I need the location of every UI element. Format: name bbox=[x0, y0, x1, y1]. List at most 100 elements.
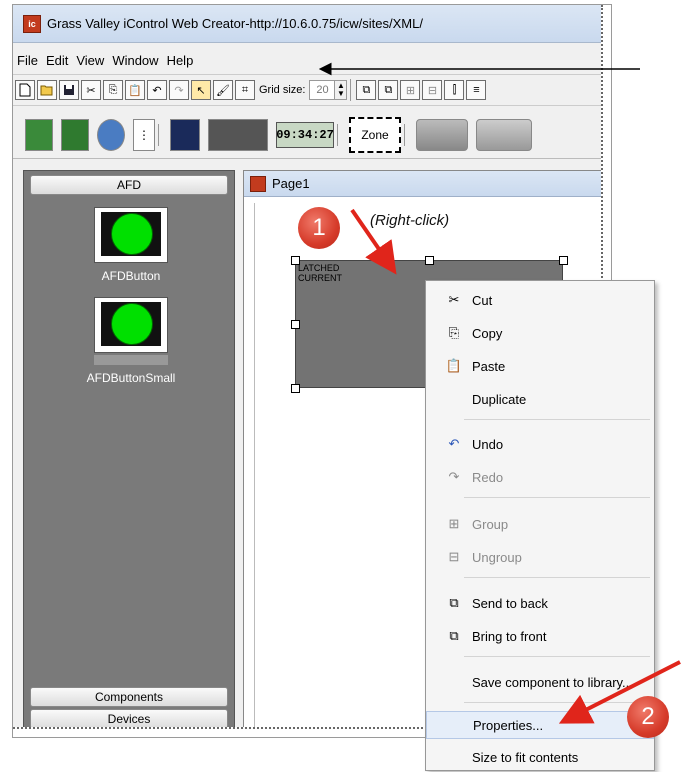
menu-item-label: Redo bbox=[472, 469, 504, 485]
menu-item-group[interactable]: ⊞ Group bbox=[426, 509, 654, 539]
menu-bar: File Edit View Window Help bbox=[13, 50, 611, 70]
align-left-icon[interactable]: ⫿ bbox=[444, 80, 465, 100]
bring-to-front-icon[interactable]: ⧉ bbox=[378, 80, 399, 100]
menu-item-bring-to-front[interactable]: ⧉ Bring to front bbox=[426, 621, 654, 651]
widget-toolbar: ⋮ 09:34:27 Zone bbox=[13, 111, 611, 159]
menu-separator bbox=[464, 419, 650, 420]
menu-item-label: Ungroup bbox=[472, 549, 522, 565]
afd-button-small-component[interactable]: AFDButtonSmall bbox=[87, 297, 175, 385]
menu-item-redo[interactable]: ↷ Redo bbox=[426, 462, 654, 492]
menu-item-label: Undo bbox=[472, 436, 504, 452]
widget-label: LATCHED CURRENT bbox=[298, 263, 342, 283]
menu-item-duplicate[interactable]: Duplicate bbox=[426, 384, 654, 414]
save-icon[interactable] bbox=[59, 80, 79, 100]
afd-category-button[interactable]: AFD bbox=[30, 175, 228, 195]
menu-item-undo[interactable]: ↶ Undo bbox=[426, 429, 654, 459]
menu-item-properties[interactable]: Properties... bbox=[426, 711, 654, 739]
menu-item-label: Paste bbox=[472, 358, 506, 374]
window-title: Grass Valley iControl Web Creator-http:/… bbox=[47, 16, 423, 31]
resize-handle[interactable] bbox=[291, 256, 300, 265]
components-button[interactable]: Components bbox=[30, 687, 228, 707]
undo-icon[interactable]: ↶ bbox=[147, 80, 167, 100]
menu-item-copy[interactable]: ⎘ Copy bbox=[426, 318, 654, 348]
afd-button-component[interactable]: AFDButton bbox=[94, 207, 168, 283]
menu-item-send-to-back[interactable]: ⧉ Send to back bbox=[426, 588, 654, 618]
right-click-annotation: (Right-click) bbox=[370, 212, 450, 229]
menu-item-cut[interactable]: ✂ Cut bbox=[426, 285, 654, 315]
toolbar-separator bbox=[350, 79, 352, 101]
menu-item-label: Properties... bbox=[473, 717, 544, 733]
menu-item-label: Cut bbox=[472, 292, 493, 308]
copy-icon: ⎘ bbox=[448, 325, 460, 340]
step1-callout: 1 bbox=[298, 207, 340, 249]
widget-label-line2: CURRENT bbox=[298, 273, 342, 283]
page-icon bbox=[250, 175, 266, 192]
menu-item-label: Send to back bbox=[472, 595, 548, 611]
toolbar-separator bbox=[158, 123, 159, 146]
menu-item-paste[interactable]: 📋 Paste bbox=[426, 351, 654, 381]
component-base bbox=[94, 355, 168, 365]
ungroup-icon: ⊟ bbox=[448, 549, 460, 564]
menu-item-save-component[interactable]: Save component to library... bbox=[426, 667, 654, 697]
card-widget-icon[interactable] bbox=[25, 118, 53, 151]
menu-item-label: Group bbox=[472, 516, 509, 532]
tab-page1[interactable]: Page1 bbox=[244, 171, 611, 197]
menu-view[interactable]: View bbox=[72, 53, 108, 68]
cut-icon: ✂ bbox=[448, 292, 460, 307]
component-label: AFDButtonSmall bbox=[86, 371, 176, 385]
page-tab-label: Page1 bbox=[272, 176, 310, 191]
open-folder-icon[interactable] bbox=[37, 80, 57, 100]
resize-handle[interactable] bbox=[425, 256, 434, 265]
send-to-back-icon[interactable]: ⧉ bbox=[356, 80, 377, 100]
clock-widget[interactable]: 09:34:27 bbox=[276, 121, 334, 148]
title-bar: ic Grass Valley iControl Web Creator-htt… bbox=[13, 5, 611, 43]
redo-icon[interactable]: ↷ bbox=[169, 80, 189, 100]
align-icon[interactable]: ≡ bbox=[466, 80, 487, 100]
afd-button-small-thumbnail bbox=[94, 297, 168, 353]
paste-icon[interactable]: 📋 bbox=[125, 80, 145, 100]
monitor-widget-icon[interactable] bbox=[170, 118, 200, 151]
devices-button[interactable]: Devices bbox=[30, 709, 228, 729]
zone-widget[interactable]: Zone bbox=[349, 116, 401, 153]
device-panel-widget-icon[interactable] bbox=[208, 118, 268, 151]
afd-button-thumbnail bbox=[94, 207, 168, 263]
menu-item-label: Size to fit contents bbox=[472, 749, 579, 765]
menu-help[interactable]: Help bbox=[163, 53, 198, 68]
tree-widget-icon[interactable]: ⋮ bbox=[133, 118, 155, 151]
cut-icon[interactable]: ✂ bbox=[81, 80, 101, 100]
tab-button-widget-icon[interactable] bbox=[476, 118, 532, 151]
button-widget-icon[interactable] bbox=[416, 118, 468, 151]
component-label: AFDButton bbox=[101, 269, 161, 283]
new-file-icon[interactable] bbox=[15, 80, 35, 100]
frame-icon[interactable]: ⌗ bbox=[235, 80, 255, 100]
context-menu: ✂ Cut ⎘ Copy 📋 Paste Duplicate ↶ Undo ↷ Redo … bbox=[425, 280, 655, 771]
menu-separator bbox=[464, 702, 650, 703]
menu-item-label: Copy bbox=[472, 325, 503, 341]
step2-callout: 2 bbox=[627, 696, 669, 738]
toolbar-separator bbox=[337, 123, 338, 146]
resize-handle[interactable] bbox=[291, 384, 300, 393]
paste-icon: 📋 bbox=[445, 358, 463, 373]
group-icon[interactable]: ⊞ bbox=[400, 80, 421, 100]
led-card-widget-icon[interactable] bbox=[61, 118, 89, 151]
resize-handle[interactable] bbox=[559, 256, 568, 265]
bring-to-front-icon: ⧉ bbox=[449, 628, 459, 643]
widget-label-line1: LATCHED bbox=[298, 263, 340, 273]
redo-icon: ↷ bbox=[448, 469, 460, 484]
component-library-panel: AFD AFDButton AFDButtonSmall Components … bbox=[23, 170, 235, 730]
copy-icon[interactable]: ⎘ bbox=[103, 80, 123, 100]
ungroup-icon[interactable]: ⊟ bbox=[422, 80, 443, 100]
menu-window[interactable]: Window bbox=[108, 53, 162, 68]
globe-widget-icon[interactable] bbox=[97, 118, 125, 151]
menu-file[interactable]: File bbox=[13, 53, 42, 68]
menu-item-ungroup[interactable]: ⊟ Ungroup bbox=[426, 542, 654, 572]
menu-edit[interactable]: Edit bbox=[42, 53, 72, 68]
grid-size-input[interactable]: 20 bbox=[309, 80, 336, 100]
paintbrush-icon[interactable]: 🖌 bbox=[213, 80, 233, 100]
menu-item-size-to-fit[interactable]: Size to fit contents bbox=[426, 742, 654, 772]
menu-separator bbox=[464, 577, 650, 578]
resize-handle[interactable] bbox=[291, 320, 300, 329]
grid-size-spinner[interactable]: ▲ ▼ bbox=[335, 80, 348, 100]
app-logo-icon: ic bbox=[23, 14, 41, 33]
pointer-icon[interactable]: ↖ bbox=[191, 80, 211, 100]
